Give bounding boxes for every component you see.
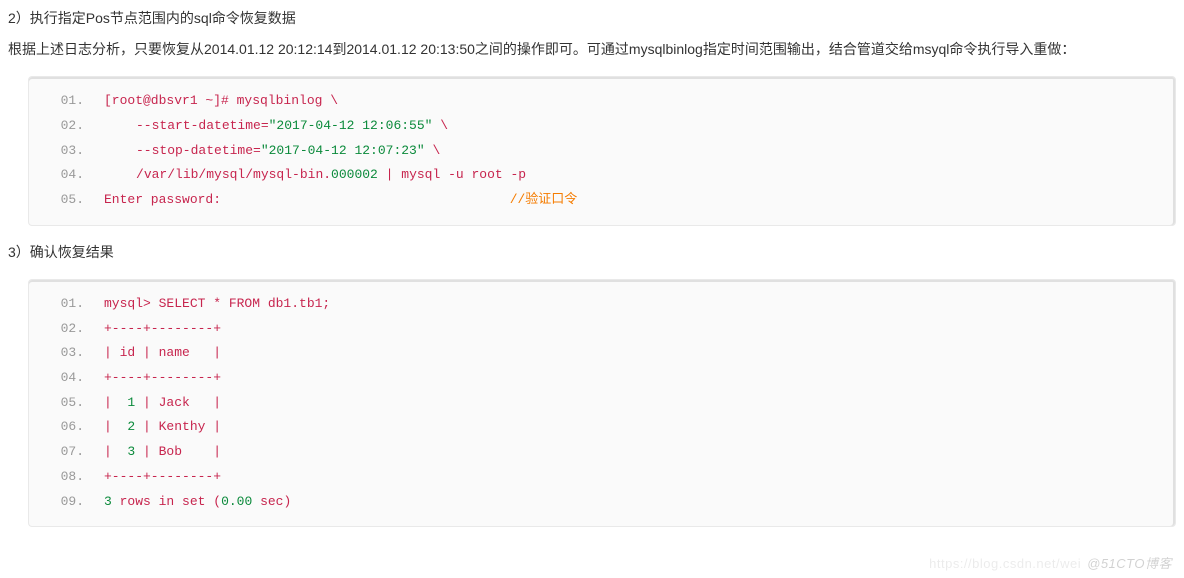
code-row: 04. +----+--------+ <box>29 366 1175 391</box>
section-3-title: 3）确认恢复结果 <box>8 240 1176 265</box>
watermark-csdn: https://blog.csdn.net/wei <box>929 556 1087 571</box>
code-row: 01. mysql> SELECT * FROM db1.tb1; <box>29 292 1175 317</box>
line-number: 04. <box>29 366 104 391</box>
code-row: 01. [root@dbsvr1 ~]# mysqlbinlog \ <box>29 89 1175 114</box>
code-row: 08. +----+--------+ <box>29 465 1175 490</box>
code-row: 04. /var/lib/mysql/mysql-bin.000002 | my… <box>29 163 1175 188</box>
line-number: 03. <box>29 139 104 164</box>
code-row: 03. --stop-datetime="2017-04-12 12:07:23… <box>29 139 1175 164</box>
code-row: 07. | 3 | Bob | <box>29 440 1175 465</box>
code-row: 09. 3 rows in set (0.00 sec) <box>29 490 1175 515</box>
line-number: 02. <box>29 317 104 342</box>
code-row: 06. | 2 | Kenthy | <box>29 415 1175 440</box>
code-text: [root@dbsvr1 ~]# mysqlbinlog \ <box>104 89 1175 114</box>
code-row: 03. | id | name | <box>29 341 1175 366</box>
code-text: +----+--------+ <box>104 366 1175 391</box>
code-text: Enter password: //验证口令 <box>104 188 1175 213</box>
line-number: 05. <box>29 391 104 416</box>
code-block-2: 01. mysql> SELECT * FROM db1.tb1; 02. +-… <box>28 279 1176 527</box>
code-block-1: 01. [root@dbsvr1 ~]# mysqlbinlog \ 02. -… <box>28 76 1176 225</box>
code-text: /var/lib/mysql/mysql-bin.000002 | mysql … <box>104 163 1175 188</box>
code-text: +----+--------+ <box>104 465 1175 490</box>
line-number: 05. <box>29 188 104 213</box>
code-text: | id | name | <box>104 341 1175 366</box>
code-text: --start-datetime="2017-04-12 12:06:55" \ <box>104 114 1175 139</box>
code-text: | 3 | Bob | <box>104 440 1175 465</box>
code-text: | 1 | Jack | <box>104 391 1175 416</box>
line-number: 08. <box>29 465 104 490</box>
code-row: 02. --start-datetime="2017-04-12 12:06:5… <box>29 114 1175 139</box>
line-number: 09. <box>29 490 104 515</box>
line-number: 01. <box>29 292 104 317</box>
line-number: 06. <box>29 415 104 440</box>
code-row: 05. | 1 | Jack | <box>29 391 1175 416</box>
code-text: mysql> SELECT * FROM db1.tb1; <box>104 292 1175 317</box>
line-number: 01. <box>29 89 104 114</box>
line-number: 02. <box>29 114 104 139</box>
line-number: 03. <box>29 341 104 366</box>
line-number: 07. <box>29 440 104 465</box>
code-row: 05. Enter password: //验证口令 <box>29 188 1175 213</box>
watermark-cto: @51CTO博客 <box>1087 556 1172 571</box>
section-2-desc: 根据上述日志分析，只要恢复从2014.01.12 20:12:14到2014.0… <box>8 37 1176 62</box>
line-number: 04. <box>29 163 104 188</box>
section-2-title: 2）执行指定Pos节点范围内的sql命令恢复数据 <box>8 6 1176 31</box>
code-text: --stop-datetime="2017-04-12 12:07:23" \ <box>104 139 1175 164</box>
watermark: https://blog.csdn.net/wei@51CTO博客 <box>929 553 1172 572</box>
code-row: 02. +----+--------+ <box>29 317 1175 342</box>
code-text: +----+--------+ <box>104 317 1175 342</box>
code-text: 3 rows in set (0.00 sec) <box>104 490 1175 515</box>
code-text: | 2 | Kenthy | <box>104 415 1175 440</box>
